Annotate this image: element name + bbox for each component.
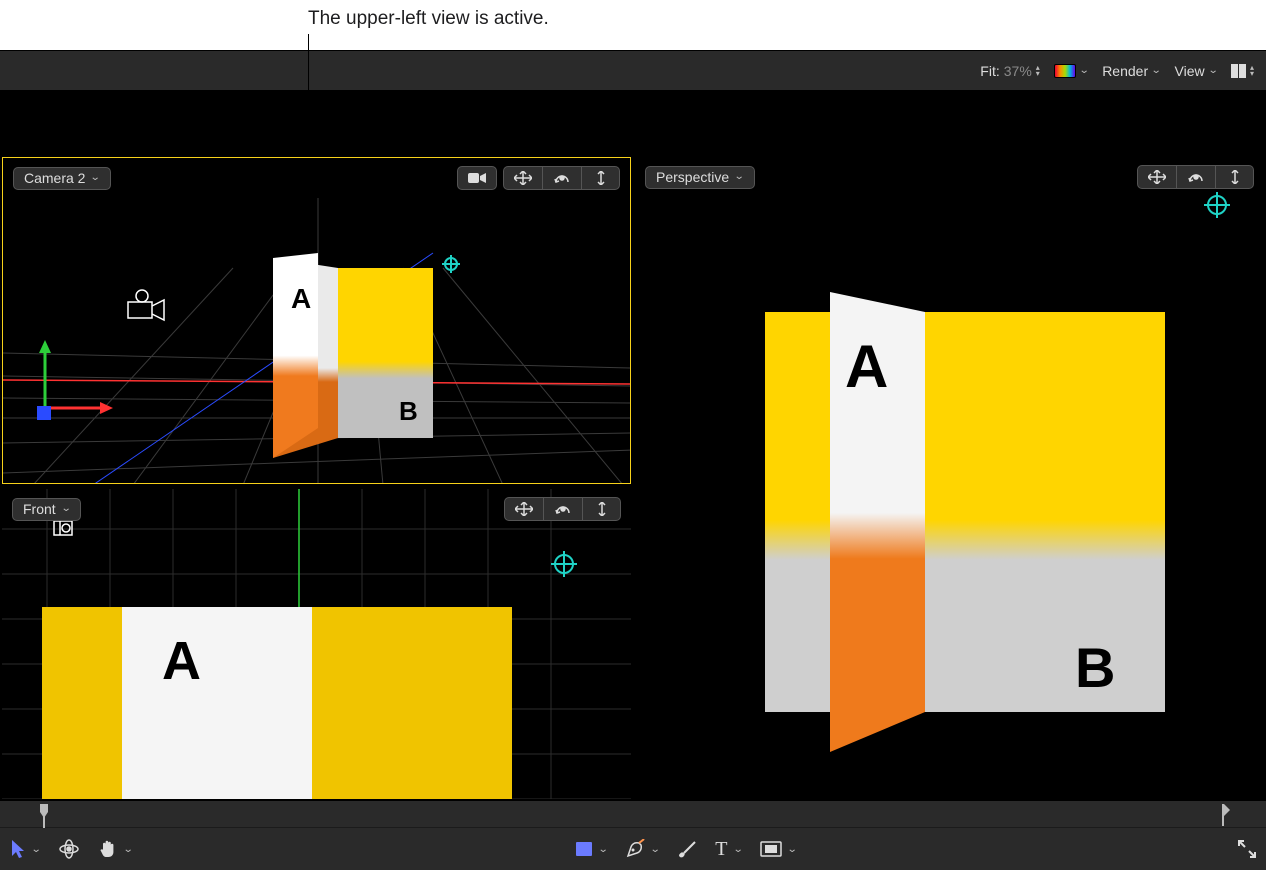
dolly-button[interactable] [1216, 165, 1254, 189]
pan-icon [1148, 170, 1166, 184]
mask-tool[interactable]: ⌄ [760, 841, 796, 857]
dolly-button[interactable] [583, 497, 621, 521]
fit-value: 37% [1004, 63, 1032, 79]
callout-annotation: The upper-left view is active. [308, 8, 549, 29]
orbit-icon [1187, 170, 1205, 184]
chevron-down-icon: ⌄ [787, 844, 798, 855]
pen-tool[interactable]: ⌄ [625, 839, 659, 859]
canvas-toolbar: Fit: 37% ▴▾ ⌄ Render ⌄ View ⌄ ▴▾ [0, 51, 1266, 91]
orbit-button[interactable] [543, 166, 582, 190]
playhead-end-icon[interactable] [1222, 804, 1230, 826]
orbit-button[interactable] [544, 497, 583, 521]
camera-label: Front [23, 501, 56, 517]
chevron-down-icon: ⌄ [734, 171, 745, 182]
chevron-down-icon: ⌄ [1079, 65, 1090, 76]
orbit-icon [554, 502, 572, 516]
rectangle-icon [575, 841, 593, 857]
pan-button[interactable] [1137, 165, 1177, 189]
stepper-icon: ▴▾ [1036, 65, 1040, 77]
pen-nib-icon [625, 839, 645, 859]
view-nav-controls [503, 166, 620, 190]
chevron-down-icon: ⌄ [90, 172, 101, 183]
pan-icon [515, 502, 533, 516]
pointer-icon [10, 839, 26, 859]
color-swatch-icon [1054, 64, 1076, 78]
brush-icon [677, 840, 697, 858]
orbit-3d-icon [58, 839, 80, 859]
dolly-button[interactable] [582, 166, 620, 190]
chevron-down-icon: ⌄ [650, 844, 661, 855]
shape-label-a: A [162, 631, 201, 691]
paint-tool[interactable] [677, 840, 697, 858]
fit-label: Fit: [980, 63, 999, 79]
playhead-start-icon[interactable] [40, 804, 48, 828]
render-label: Render [1102, 63, 1148, 79]
chevron-down-icon: ⌄ [1151, 65, 1162, 76]
view-label: View [1175, 63, 1205, 79]
viewport-scene: A [2, 489, 631, 799]
pan-button[interactable] [504, 497, 544, 521]
viewports-container: A B Camera 2 ⌄ [0, 91, 1266, 800]
pan-button[interactable] [503, 166, 543, 190]
fullscreen-button[interactable] [1238, 840, 1256, 858]
view-nav-controls [504, 497, 621, 521]
chevron-down-icon: ⌄ [597, 844, 608, 855]
orbit-icon [553, 171, 571, 185]
render-menu[interactable]: Render ⌄ [1102, 63, 1160, 79]
viewport-right[interactable]: A B Perspective ⌄ [635, 157, 1264, 799]
view-nav-controls [1137, 165, 1254, 189]
camera-label: Perspective [656, 169, 729, 185]
chevron-down-icon: ⌄ [60, 503, 71, 514]
dolly-icon [1227, 170, 1243, 184]
text-icon: T [715, 838, 727, 861]
timeline-ruler[interactable] [0, 800, 1266, 828]
orbit-button[interactable] [1177, 165, 1216, 189]
zoom-fit-control[interactable]: Fit: 37% ▴▾ [980, 63, 1040, 79]
shape-tool[interactable]: ⌄ [575, 841, 607, 857]
text-tool[interactable]: T ⌄ [715, 838, 742, 861]
tool-row: ⌄ ⌄ ⌄ ⌄ T ⌄ ⌄ [0, 828, 1266, 870]
compass-icon [1204, 192, 1230, 218]
active-camera-toggle[interactable] [457, 166, 497, 190]
camera-object-icon [128, 290, 164, 320]
camera-selector[interactable]: Front ⌄ [12, 498, 81, 521]
color-channels-menu[interactable]: ⌄ [1054, 64, 1088, 78]
stepper-icon: ▴▾ [1250, 65, 1254, 77]
shape-label-a: A [291, 283, 311, 314]
shape-label-b: B [1075, 636, 1115, 699]
view-menu[interactable]: View ⌄ [1175, 63, 1217, 79]
dolly-icon [594, 502, 610, 516]
camera-selector[interactable]: Camera 2 ⌄ [13, 167, 111, 190]
hand-icon [98, 839, 118, 859]
viewport-scene: A B [635, 157, 1264, 799]
camera-selector[interactable]: Perspective ⌄ [645, 166, 755, 189]
chevron-down-icon: ⌄ [732, 844, 743, 855]
expand-icon [1238, 840, 1256, 858]
viewport-lower-left[interactable]: A Front ⌄ [2, 489, 631, 799]
chevron-down-icon: ⌄ [123, 844, 134, 855]
viewport-upper-left[interactable]: A B Camera 2 ⌄ [2, 157, 631, 484]
mask-icon [760, 841, 782, 857]
viewport-layout-menu[interactable]: ▴▾ [1231, 64, 1254, 78]
compass-icon [551, 551, 577, 577]
shape-label-a: A [845, 333, 888, 400]
pan-icon [514, 171, 532, 185]
chevron-down-icon: ⌄ [31, 844, 42, 855]
viewport-layout-icon [1231, 64, 1246, 78]
select-tool[interactable]: ⌄ [10, 839, 40, 859]
viewport-scene: A B [3, 158, 631, 484]
camera-label: Camera 2 [24, 170, 85, 186]
shape-label-b: B [399, 396, 418, 426]
3d-transform-tool[interactable] [58, 839, 80, 859]
pan-tool[interactable]: ⌄ [98, 839, 132, 859]
chevron-down-icon: ⌄ [1207, 65, 1218, 76]
canvas-area: Fit: 37% ▴▾ ⌄ Render ⌄ View ⌄ ▴▾ [0, 50, 1266, 870]
video-camera-icon [468, 171, 486, 185]
dolly-icon [593, 171, 609, 185]
